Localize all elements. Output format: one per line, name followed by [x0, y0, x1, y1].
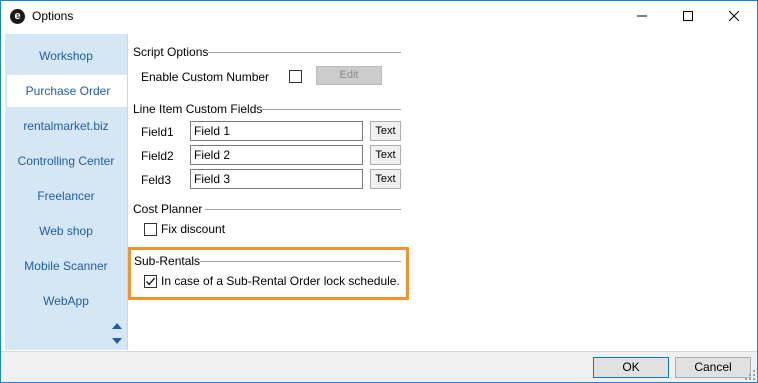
minimize-button[interactable]	[619, 1, 665, 31]
options-window: e Options Workshop Purchase Order rental…	[0, 0, 758, 383]
fix-discount-checkbox[interactable]	[144, 223, 157, 236]
field3-label: Feld3	[141, 173, 172, 187]
sidebar-item-webapp[interactable]: WebApp	[5, 285, 127, 317]
field1-type-button[interactable]: Text	[370, 121, 401, 141]
window-title: Options	[32, 9, 74, 23]
ok-button[interactable]: OK	[593, 357, 669, 378]
sidebar-item-rentalmarket[interactable]: rentalmarket.biz	[5, 110, 127, 142]
checkmark-icon	[145, 277, 156, 286]
script-options-divider	[208, 52, 401, 53]
sub-rentals-divider	[200, 261, 401, 262]
minimize-icon	[637, 15, 647, 17]
options-sidebar: Workshop Purchase Order rentalmarket.biz…	[5, 34, 129, 350]
lock-schedule-label[interactable]: In case of a Sub-Rental Order lock sched…	[161, 274, 400, 288]
app-logo-icon: e	[10, 9, 25, 24]
maximize-button[interactable]	[665, 1, 711, 31]
fix-discount-label[interactable]: Fix discount	[161, 222, 225, 236]
triangle-up-icon[interactable]	[110, 321, 124, 331]
sidebar-item-controlling-center[interactable]: Controlling Center	[5, 145, 127, 177]
sidebar-item-workshop[interactable]: Workshop	[5, 40, 127, 72]
edit-button[interactable]: Edit	[316, 66, 382, 85]
field2-type-button[interactable]: Text	[370, 145, 401, 165]
title-bar[interactable]: e Options	[1, 1, 757, 31]
sidebar-item-freelancer[interactable]: Freelancer	[5, 180, 127, 212]
sidebar-item-mobile-scanner[interactable]: Mobile Scanner	[5, 250, 127, 282]
sidebar-item-purchase-order[interactable]: Purchase Order	[7, 75, 129, 107]
cancel-button[interactable]: Cancel	[675, 357, 751, 378]
enable-custom-number-label: Enable Custom Number	[141, 70, 270, 84]
cost-planner-heading: Cost Planner	[133, 202, 203, 216]
script-options-heading: Script Options	[133, 45, 209, 59]
field1-label: Field1	[141, 125, 174, 139]
line-item-custom-fields-heading: Line Item Custom Fields	[133, 102, 263, 116]
close-icon	[729, 11, 739, 21]
field1-input[interactable]: Field 1	[190, 121, 363, 141]
resize-grip-icon[interactable]	[745, 370, 755, 380]
close-button[interactable]	[711, 1, 757, 31]
field2-label: Field2	[141, 149, 174, 163]
enable-custom-number-checkbox[interactable]	[289, 70, 302, 83]
lock-schedule-checkbox[interactable]	[144, 275, 157, 288]
field2-input[interactable]: Field 2	[190, 145, 363, 165]
field3-type-button[interactable]: Text	[370, 169, 401, 189]
cost-planner-divider	[205, 209, 401, 210]
line-item-fields-divider	[259, 109, 401, 110]
sidebar-item-web-shop[interactable]: Web shop	[5, 215, 127, 247]
field3-input[interactable]: Field 3	[190, 169, 363, 189]
dialog-footer: OK Cancel	[1, 351, 757, 382]
sub-rentals-heading: Sub-Rentals	[134, 254, 201, 268]
maximize-icon	[683, 11, 693, 21]
triangle-down-icon[interactable]	[110, 336, 124, 346]
